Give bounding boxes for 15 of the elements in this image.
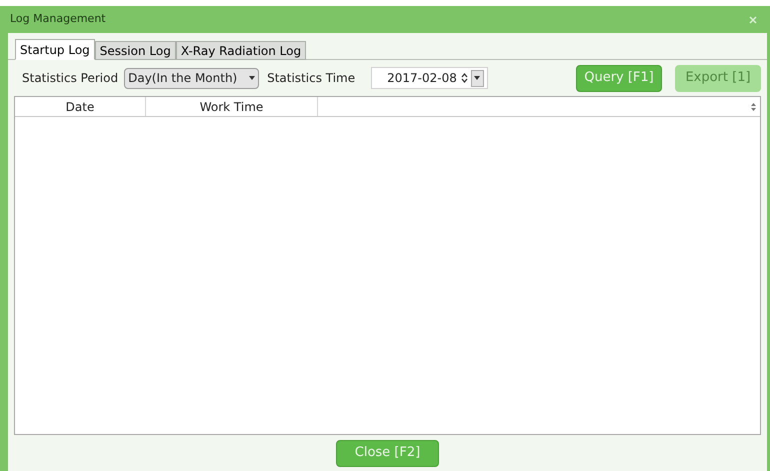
- time-label: Statistics Time: [267, 70, 356, 87]
- spinner-icon: [460, 72, 468, 84]
- period-dropdown[interactable]: Day(In the Month): [124, 68, 260, 88]
- tab[interactable]: X-Ray Radiation Log: [176, 41, 306, 60]
- tab[interactable]: Session Log: [94, 41, 176, 60]
- period-label: Statistics Period: [22, 70, 118, 87]
- window-title: Log Management: [10, 11, 106, 28]
- scroll-arrows-icon: [750, 100, 757, 112]
- column-header[interactable]: Work Time: [146, 97, 318, 116]
- caret-icon: [474, 76, 480, 80]
- caret-icon: [249, 76, 256, 80]
- column-header[interactable]: Date: [15, 97, 146, 116]
- tab[interactable]: Startup Log: [15, 39, 95, 60]
- date-field[interactable]: 2017-02-08: [371, 67, 488, 89]
- calendar-dropdown-button[interactable]: [470, 70, 484, 86]
